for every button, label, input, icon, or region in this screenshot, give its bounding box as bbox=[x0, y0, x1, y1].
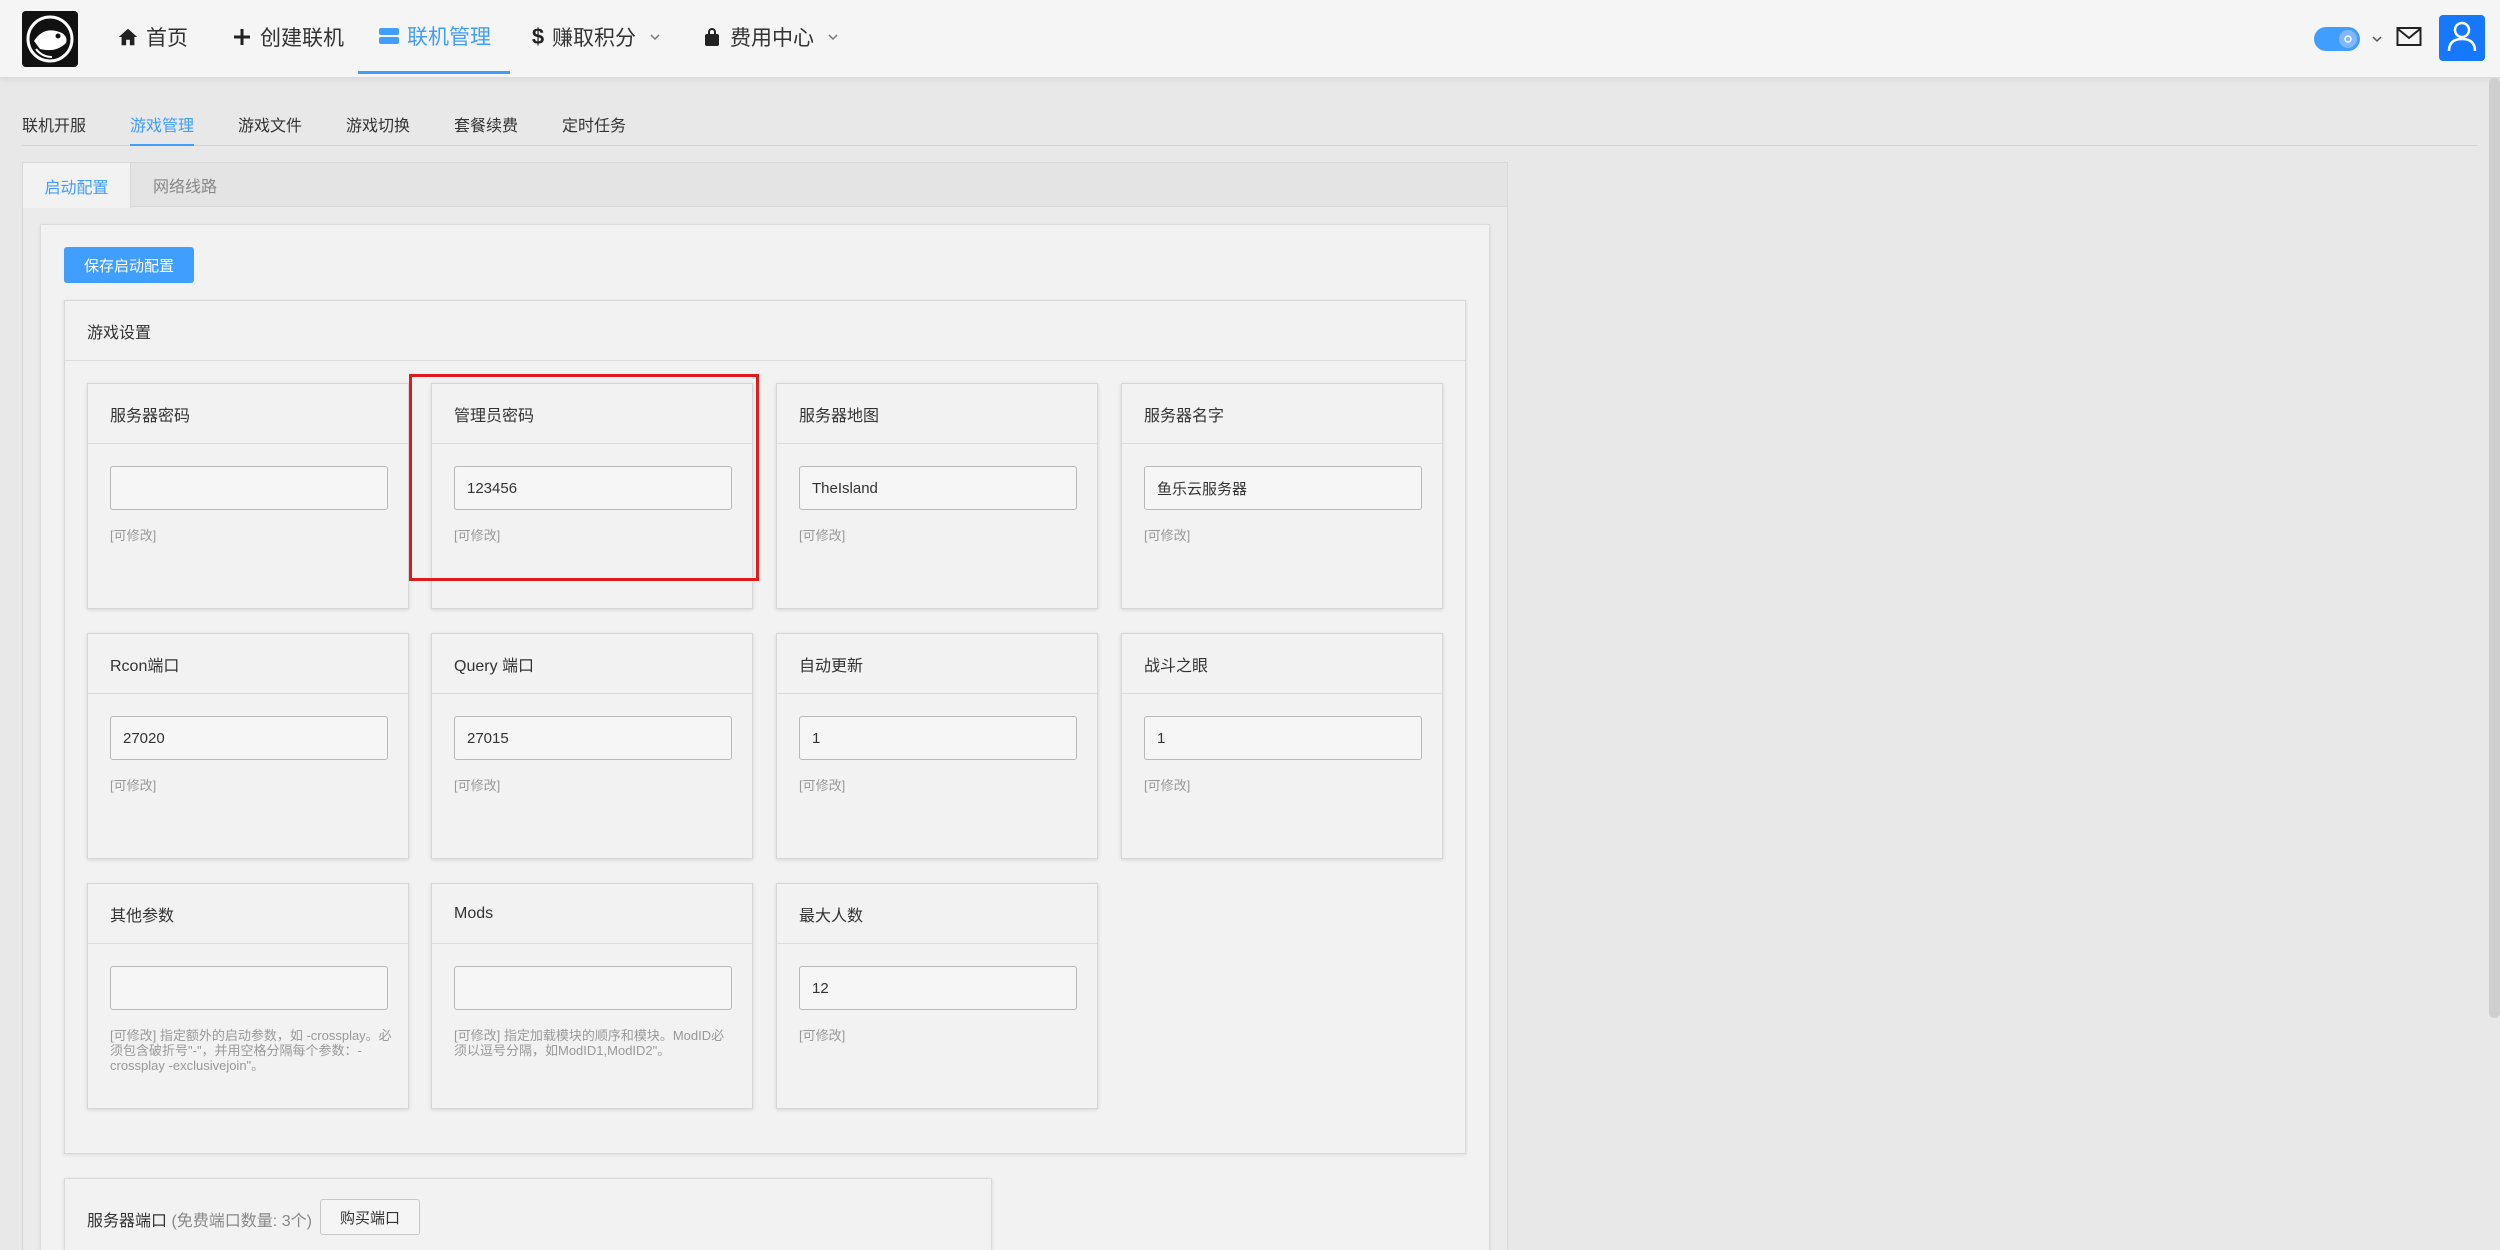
nav-home-label: 首页 bbox=[146, 27, 188, 50]
subtab-server-open[interactable]: 联机开服 bbox=[22, 112, 86, 146]
field-label: 服务器密码 bbox=[88, 384, 408, 444]
field-label: 战斗之眼 bbox=[1122, 634, 1442, 694]
save-startup-config-button[interactable]: 保存启动配置 bbox=[64, 247, 194, 283]
field-label: 服务器名字 bbox=[1122, 384, 1442, 444]
subtab-game-manage[interactable]: 游戏管理 bbox=[130, 112, 195, 146]
nav-manage[interactable]: 联机管理 bbox=[358, 0, 510, 74]
theme-chevron-down-icon[interactable] bbox=[2370, 32, 2384, 51]
field-server-password: 服务器密码 [可修改] bbox=[87, 383, 409, 609]
field-rcon-port: Rcon端口 [可修改] bbox=[87, 633, 409, 859]
theme-toggle[interactable] bbox=[2314, 27, 2360, 51]
tab-startup-config[interactable]: 启动配置 bbox=[23, 163, 131, 208]
nav-create[interactable]: 创建联机 bbox=[230, 0, 344, 74]
server-password-input[interactable] bbox=[110, 466, 388, 510]
user-avatar-button[interactable] bbox=[2439, 15, 2485, 61]
page-scrollbar[interactable] bbox=[2489, 78, 2500, 1018]
subtab-game-switch[interactable]: 游戏切换 bbox=[346, 112, 410, 146]
field-server-map: 服务器地图 [可修改] bbox=[776, 383, 1098, 609]
user-icon bbox=[2447, 20, 2477, 57]
field-hint: [可修改] bbox=[799, 778, 846, 793]
fish-logo-icon[interactable] bbox=[22, 11, 78, 67]
field-server-name: 服务器名字 [可修改] bbox=[1121, 383, 1443, 609]
nav-create-label: 创建联机 bbox=[260, 27, 344, 50]
buy-port-button[interactable]: 购买端口 bbox=[320, 1199, 420, 1235]
field-label: Query 端口 bbox=[432, 634, 752, 694]
server-map-input[interactable] bbox=[799, 466, 1077, 510]
free-ports-note: (免费端口数量: 3个) bbox=[171, 1213, 312, 1230]
max-players-input[interactable] bbox=[799, 966, 1077, 1010]
nav-earn[interactable]: $ 赚取积分 bbox=[530, 0, 662, 74]
field-admin-password: 管理员密码 [可修改] bbox=[431, 383, 753, 609]
battle-eye-input[interactable] bbox=[1144, 716, 1422, 760]
field-label: 自动更新 bbox=[777, 634, 1097, 694]
field-other-params: 其他参数 [可修改] 指定额外的启动参数，如 -crossplay。必须包含破折… bbox=[87, 883, 409, 1109]
bag-icon bbox=[700, 25, 724, 49]
auto-update-input[interactable] bbox=[799, 716, 1077, 760]
field-hint: [可修改] bbox=[110, 528, 157, 543]
chevron-down-icon bbox=[648, 30, 662, 44]
field-hint: [可修改] bbox=[799, 528, 846, 543]
field-hint: [可修改] bbox=[110, 778, 157, 793]
dollar-icon: $ bbox=[531, 24, 545, 49]
field-label: 服务器地图 bbox=[777, 384, 1097, 444]
admin-password-input[interactable] bbox=[454, 466, 732, 510]
field-hint: [可修改] bbox=[799, 1028, 846, 1043]
mods-input[interactable] bbox=[454, 966, 732, 1010]
plus-icon bbox=[230, 25, 254, 49]
nav-manage-label: 联机管理 bbox=[407, 25, 491, 49]
field-label: 最大人数 bbox=[777, 884, 1097, 944]
field-hint: [可修改] bbox=[1144, 778, 1191, 793]
field-hint: [可修改] 指定额外的启动参数，如 -crossplay。必须包含破折号"-"，… bbox=[110, 1028, 392, 1073]
field-max-players: 最大人数 [可修改] bbox=[776, 883, 1098, 1109]
mail-icon[interactable] bbox=[2396, 25, 2422, 54]
field-label: Rcon端口 bbox=[88, 634, 408, 694]
query-port-input[interactable] bbox=[454, 716, 732, 760]
server-name-input[interactable] bbox=[1144, 466, 1422, 510]
nav-earn-label: 赚取积分 bbox=[552, 27, 636, 50]
subtab-game-files[interactable]: 游戏文件 bbox=[238, 112, 302, 146]
field-auto-update: 自动更新 [可修改] bbox=[776, 633, 1098, 859]
sun-icon bbox=[2339, 30, 2357, 48]
field-hint: [可修改] bbox=[1144, 528, 1191, 543]
field-hint: [可修改] 指定加载模块的顺序和模块。ModID必须以逗号分隔，如ModID1,… bbox=[454, 1028, 725, 1058]
panel-tab-bar: 启动配置 网络线路 bbox=[23, 163, 1507, 208]
sub-tab-bar: 联机开服 游戏管理 游戏文件 游戏切换 套餐续费 定时任务 bbox=[22, 108, 2478, 146]
home-icon bbox=[116, 25, 140, 49]
field-label: 其他参数 bbox=[88, 884, 408, 944]
field-battle-eye: 战斗之眼 [可修改] bbox=[1121, 633, 1443, 859]
nav-billing-label: 费用中心 bbox=[730, 27, 814, 50]
field-hint: [可修改] bbox=[454, 528, 501, 543]
server-ports-card: 服务器端口 (免费端口数量: 3个) 购买端口 bbox=[64, 1178, 992, 1250]
rcon-port-input[interactable] bbox=[110, 716, 388, 760]
tab-network-route[interactable]: 网络线路 bbox=[131, 163, 239, 207]
nav-home[interactable]: 首页 bbox=[116, 0, 188, 74]
nav-billing[interactable]: 费用中心 bbox=[700, 0, 840, 74]
field-hint: [可修改] bbox=[454, 778, 501, 793]
game-settings-title: 游戏设置 bbox=[65, 301, 1465, 361]
field-label: Mods bbox=[432, 884, 752, 944]
server-icon bbox=[377, 24, 401, 48]
other-params-input[interactable] bbox=[110, 966, 388, 1010]
field-mods: Mods [可修改] 指定加载模块的顺序和模块。ModID必须以逗号分隔，如Mo… bbox=[431, 883, 753, 1109]
subtab-scheduled-tasks[interactable]: 定时任务 bbox=[562, 112, 626, 146]
top-navbar: 首页 创建联机 联机管理 $ 赚取积分 费用中心 bbox=[0, 0, 2500, 78]
server-ports-label: 服务器端口 bbox=[87, 1213, 168, 1230]
subtab-renew[interactable]: 套餐续费 bbox=[454, 112, 518, 146]
field-label: 管理员密码 bbox=[432, 384, 752, 444]
server-ports-title: 服务器端口 (免费端口数量: 3个) bbox=[87, 1207, 312, 1231]
field-query-port: Query 端口 [可修改] bbox=[431, 633, 753, 859]
chevron-down-icon bbox=[826, 30, 840, 44]
